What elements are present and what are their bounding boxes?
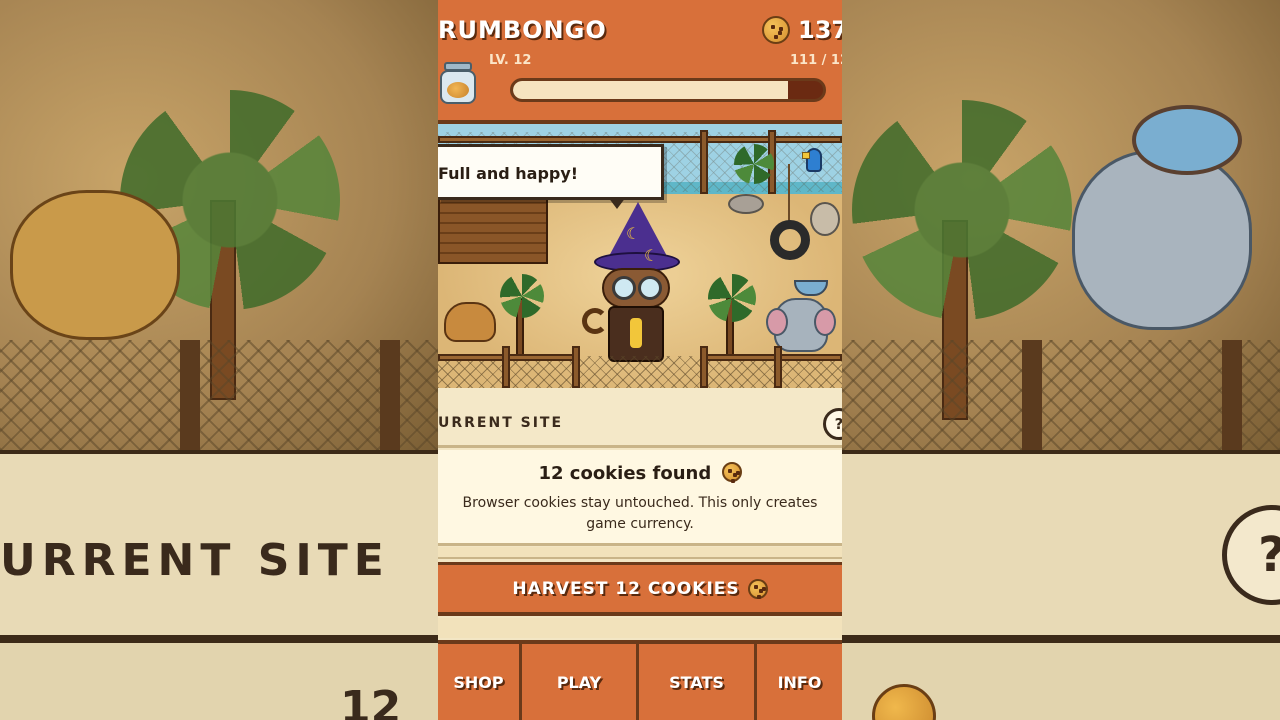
moon-icon: ☾ [644,246,659,265]
moon-icon: ☾ [626,224,641,243]
background-left: URRENT SITE 12 [0,0,438,720]
cookie-icon [721,462,742,482]
background-count: 12 [340,682,402,720]
elephant [766,298,836,352]
current-site-title: URRENT SITE [438,415,564,431]
cookies-found-card: 12 cookies found Browser cookies stay un… [438,450,842,546]
nav-play[interactable]: PLAY [522,644,639,720]
capybara [444,302,496,342]
speech-text: Full and happy! [438,164,579,183]
elephant-blur [1072,150,1252,330]
cookies-note: Browser cookies stay untouched. This onl… [462,495,818,532]
xp-bar-fill [513,81,789,99]
monkey-wizard-pet[interactable]: ☾ ☾ [582,202,686,370]
background-site-text: URRENT SITE [0,535,390,586]
bottom-nav: SHOP PLAY STATS INFO [438,640,842,720]
help-icon[interactable]: ? [823,408,842,440]
cookie-icon [747,578,768,599]
background-right: ? [842,0,1280,720]
sloth [810,202,840,236]
parrot [802,148,822,180]
harvest-button[interactable]: HARVEST 12 COOKIES [438,562,842,616]
nav-info[interactable]: INFO [757,644,842,720]
game-panel: RUMBONGO LV. 12 137 111 / 125 [438,0,842,720]
xp-text: 111 / 125 [790,53,842,68]
nav-shop[interactable]: SHOP [438,644,522,720]
harvest-button-label: HARVEST 12 COOKIES [512,578,740,599]
cookie-counter: 137 [762,16,842,44]
nav-stats[interactable]: STATS [639,644,757,720]
header: RUMBONGO LV. 12 137 111 / 125 [438,0,842,124]
cookies-found-text: 12 cookies found [538,463,712,484]
level-label: LV. 12 [489,53,532,68]
xp-bar [510,78,826,102]
tire-swing [770,220,810,260]
pet-name: RUMBONGO [438,16,607,44]
cookie-jar-icon[interactable] [440,62,476,104]
current-site-header: URRENT SITE ? [438,388,842,448]
hut [438,194,548,264]
capybara-blur [10,190,180,340]
water-bowl-blur [1132,105,1242,175]
speech-bubble: Full and happy! [438,144,664,209]
cookie-count-value: 137 [798,16,842,44]
cookie-icon [762,16,790,44]
cookies-found: 12 cookies found [438,462,842,484]
